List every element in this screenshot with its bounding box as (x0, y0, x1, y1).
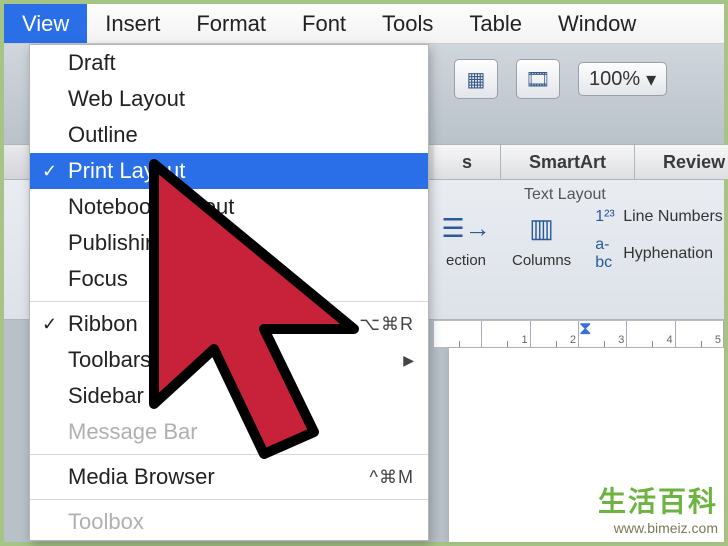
menu-font[interactable]: Font (284, 4, 364, 43)
menu-outline[interactable]: Outline (30, 117, 428, 153)
ribbon-side-options: 1²³ Line Numbers a-bc Hyphenation (595, 208, 723, 272)
menu-shortcut: ⌥⌘R (359, 314, 414, 335)
menu-ribbon[interactable]: ✓ Ribbon ⌥⌘R (30, 306, 428, 342)
menu-table[interactable]: Table (451, 4, 540, 43)
checkmark-icon: ✓ (42, 314, 57, 335)
gallery-button[interactable]: ▦ (454, 59, 498, 99)
ribbon-group-label: Text Layout (524, 186, 606, 204)
menu-tools[interactable]: Tools (364, 4, 451, 43)
chevron-down-icon: ▾ (646, 67, 656, 92)
menu-item-label: Sidebar (68, 383, 144, 409)
watermark: 生活百科 www.bimeiz.com (598, 480, 718, 536)
columns-button[interactable]: ▥ Columns (512, 208, 571, 269)
menu-draft[interactable]: Draft (30, 45, 428, 81)
menu-publishing-layout[interactable]: Publishing Layout (30, 225, 428, 261)
menubar: View Insert Format Font Tools Table Wind… (4, 4, 724, 44)
menu-item-label: Media Browser (68, 464, 215, 490)
standard-toolbar: ▦ 🎞 100% ▾ (434, 44, 724, 114)
line-numbers-icon: 1²³ (595, 208, 617, 226)
menu-sidebar[interactable]: Sidebar (30, 378, 428, 414)
line-numbers-button[interactable]: 1²³ Line Numbers (595, 208, 723, 226)
checkmark-icon: ✓ (42, 161, 57, 182)
menu-web-layout[interactable]: Web Layout (30, 81, 428, 117)
menu-item-label: Focus (68, 266, 128, 292)
menu-separator (30, 301, 428, 302)
menu-print-layout[interactable]: ✓ Print Layout (30, 153, 428, 189)
menu-toolbox: Toolbox (30, 504, 428, 540)
ruler-tick: 4 (627, 321, 675, 347)
tab-review[interactable]: Review (635, 145, 728, 179)
text-direction-icon: ☰→ (444, 208, 488, 248)
menu-separator (30, 454, 428, 455)
ruler-tick: 2 (531, 321, 579, 347)
menu-item-label: Toolbars (68, 347, 151, 373)
menu-item-label: Web Layout (68, 86, 185, 112)
menu-item-label: Message Bar (68, 419, 198, 445)
zoom-selector[interactable]: 100% ▾ (578, 62, 667, 96)
menu-item-label: Print Layout (68, 158, 185, 184)
columns-icon: ▥ (520, 208, 564, 248)
menu-focus[interactable]: Focus (30, 261, 428, 297)
text-direction-button[interactable]: ☰→ ection (444, 208, 488, 269)
menu-item-label: Toolbox (68, 509, 144, 535)
tab-partial[interactable]: s (434, 145, 501, 179)
menu-notebook-layout[interactable]: Notebook Layout (30, 189, 428, 225)
menu-toolbars[interactable]: Toolbars ▶ (30, 342, 428, 378)
ruler-tick (434, 321, 482, 347)
menu-view[interactable]: View (4, 4, 87, 43)
menu-item-label: Outline (68, 122, 138, 148)
tab-smartart[interactable]: SmartArt (501, 145, 635, 179)
ruler-indent-marker[interactable]: ⧗ (579, 318, 592, 339)
menu-separator (30, 499, 428, 500)
hyphenation-button[interactable]: a-bc Hyphenation (595, 236, 723, 272)
ruler-tick: 1 (482, 321, 530, 347)
gallery-icon: ▦ (467, 67, 486, 92)
menu-item-label: Ribbon (68, 311, 138, 337)
watermark-url: www.bimeiz.com (598, 520, 718, 536)
menu-item-label: Notebook Layout (68, 194, 234, 220)
watermark-title: 生活百科 (598, 480, 718, 520)
menu-insert[interactable]: Insert (87, 4, 178, 43)
submenu-arrow-icon: ▶ (403, 352, 414, 369)
text-direction-label: ection (446, 252, 486, 269)
line-numbers-label: Line Numbers (623, 208, 723, 226)
menu-shortcut: ^⌘M (370, 467, 414, 488)
hyphenation-icon: a-bc (595, 236, 617, 272)
view-dropdown: Draft Web Layout Outline ✓ Print Layout … (29, 44, 429, 541)
menu-media-browser[interactable]: Media Browser ^⌘M (30, 459, 428, 495)
menu-item-label: Draft (68, 50, 116, 76)
ribbon-group-text-layout: ☰→ ection ▥ Columns 1²³ Line Numbers a-b… (434, 208, 724, 272)
ruler-tick: 5 (676, 321, 724, 347)
zoom-value: 100% (589, 68, 640, 91)
media-button[interactable]: 🎞 (516, 59, 560, 99)
menu-format[interactable]: Format (178, 4, 284, 43)
hyphenation-label: Hyphenation (623, 245, 713, 263)
columns-label: Columns (512, 252, 571, 269)
menu-window[interactable]: Window (540, 4, 654, 43)
menu-item-label: Publishing Layout (68, 230, 242, 256)
media-icon: 🎞 (525, 67, 550, 92)
menu-message-bar: Message Bar (30, 414, 428, 450)
